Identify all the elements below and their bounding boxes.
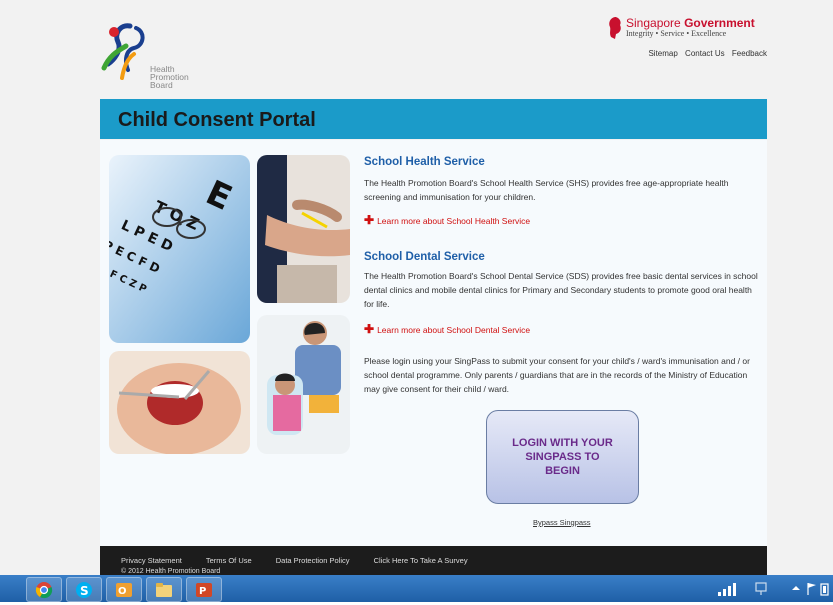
hpb-logo-text: Health Promotion Board <box>150 65 189 90</box>
contact-us-link[interactable]: Contact Us <box>685 49 725 58</box>
svg-text:S: S <box>80 584 89 598</box>
network-icon <box>755 582 767 595</box>
show-hidden-icons-icon <box>792 586 800 590</box>
network-signal-icon <box>718 583 736 596</box>
powerpoint-icon: P <box>196 582 212 597</box>
footer-links: Privacy Statement Terms Of Use Data Prot… <box>121 556 490 565</box>
plus-icon: ✚ <box>364 322 375 336</box>
singpass-login-label: LOGIN WITH YOUR SINGPASS TO BEGIN <box>512 437 613 477</box>
chrome-icon <box>35 581 53 598</box>
system-tray <box>708 577 833 600</box>
copyright: © 2012 Health Promotion Board <box>121 568 221 575</box>
battery-icon <box>820 583 829 596</box>
privacy-statement-link[interactable]: Privacy Statement <box>121 556 182 565</box>
portal-container: Health Promotion Board Singapore Governm… <box>100 0 767 575</box>
svg-text:P: P <box>199 586 206 597</box>
sg-gov-name: Singapore Government <box>626 16 755 30</box>
windows-taskbar: S O P <box>0 575 833 602</box>
sds-description: The Health Promotion Board's School Dent… <box>364 271 758 309</box>
singpass-login-button[interactable]: LOGIN WITH YOUR SINGPASS TO BEGIN <box>486 410 639 504</box>
sg-gov-tagline: Integrity • Service • Excellence <box>626 29 727 38</box>
file-explorer-icon <box>156 582 172 597</box>
dentist-child-image <box>257 315 350 454</box>
eye-chart-image: E T O Z L P E D P E C F D E D F C Z P <box>109 155 250 343</box>
survey-link[interactable]: Click Here To Take A Survey <box>374 556 468 565</box>
sds-title: School Dental Service <box>364 251 485 263</box>
sitemap-link[interactable]: Sitemap <box>648 49 677 58</box>
shs-description: The Health Promotion Board's School Heal… <box>364 178 729 202</box>
skype-icon: S <box>76 581 92 598</box>
sds-learn-more-link[interactable]: ✚ Learn more about School Dental Service <box>364 322 530 336</box>
outlook-taskbar-button[interactable]: O <box>106 577 142 602</box>
sds-learn-more-label: Learn more about School Dental Service <box>377 325 531 335</box>
feedback-link[interactable]: Feedback <box>732 49 767 58</box>
shs-title: School Health Service <box>364 156 485 168</box>
skype-taskbar-button[interactable]: S <box>66 577 102 602</box>
header: Health Promotion Board Singapore Governm… <box>100 0 767 99</box>
page-title: Child Consent Portal <box>118 109 316 131</box>
dental-checkup-image <box>109 351 250 454</box>
action-center-flag-icon <box>807 583 816 595</box>
lion-head-icon <box>609 17 621 39</box>
hpb-logo[interactable]: Health Promotion Board <box>100 20 210 89</box>
file-explorer-taskbar-button[interactable] <box>146 577 182 602</box>
svg-text:O: O <box>118 586 127 597</box>
shs-learn-more-label: Learn more about School Health Service <box>377 216 531 226</box>
top-links: Sitemap Contact Us Feedback <box>643 49 767 58</box>
data-protection-policy-link[interactable]: Data Protection Policy <box>276 556 350 565</box>
powerpoint-taskbar-button[interactable]: P <box>186 577 222 602</box>
terms-of-use-link[interactable]: Terms Of Use <box>206 556 252 565</box>
main-content: E T O Z L P E D P E C F D E D F C Z P <box>100 140 767 546</box>
sg-gov-name-singapore: Singapore <box>626 16 681 30</box>
footer: Privacy Statement Terms Of Use Data Prot… <box>100 546 767 575</box>
chrome-taskbar-button[interactable] <box>26 577 62 602</box>
login-instructions: Please login using your SingPass to subm… <box>364 356 750 394</box>
portal-banner: Child Consent Portal <box>100 99 767 139</box>
hpb-logo-line: Board <box>150 80 173 90</box>
shs-learn-more-link[interactable]: ✚ Learn more about School Health Service <box>364 213 530 227</box>
sg-gov-name-government: Government <box>684 16 755 30</box>
plus-icon: ✚ <box>364 213 375 227</box>
bypass-singpass-link[interactable]: Bypass Singpass <box>533 518 591 527</box>
singapore-government-logo[interactable]: Singapore Government Integrity • Service… <box>607 16 767 42</box>
outlook-icon: O <box>116 582 132 597</box>
immunisation-image <box>257 155 350 303</box>
hpb-logo-icon <box>101 23 145 80</box>
